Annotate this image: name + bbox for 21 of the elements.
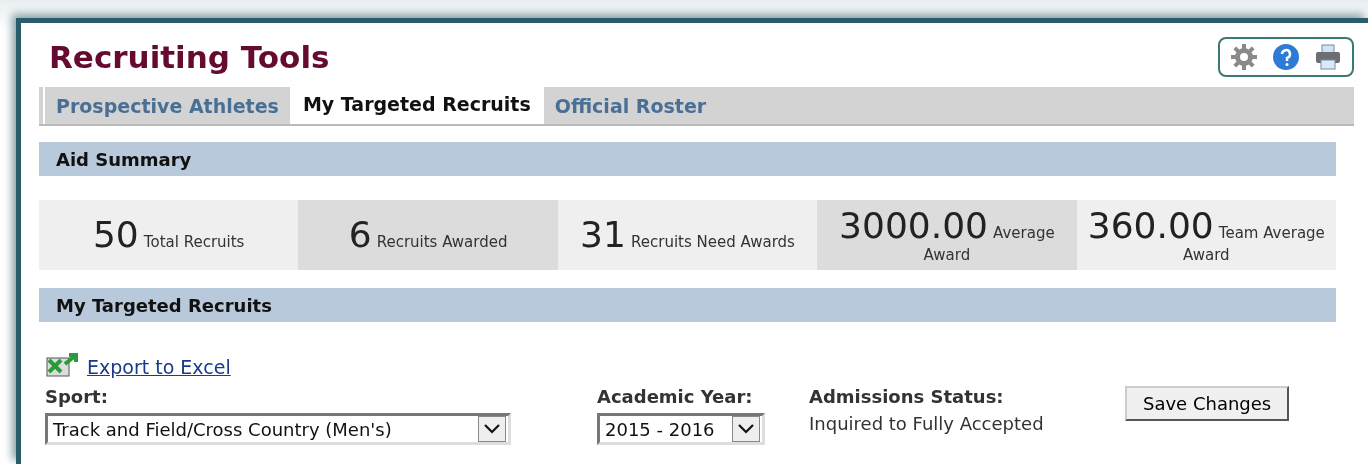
sport-dropdown[interactable]: Track and Field/Cross Country (Men's): [45, 413, 511, 445]
stat-text: 3000.00 Average Award: [838, 206, 1056, 264]
dropdown-caret-icon[interactable]: [478, 416, 506, 442]
stat-text: 360.00 Team Average Award: [1086, 206, 1326, 264]
stat-text: 31 Recruits Need Awards: [580, 215, 795, 255]
section-header: My Targeted Recruits: [39, 288, 1336, 322]
stat-text: 6 Recruits Awarded: [348, 215, 508, 255]
section-header: Aid Summary: [39, 142, 1336, 176]
status-value: Inquired to Fully Accepted: [809, 413, 1045, 434]
stat-text: 50 Total Recruits: [92, 215, 245, 255]
help-icon[interactable]: [1272, 43, 1300, 71]
export-link[interactable]: Export to Excel: [87, 356, 231, 378]
field-label: Sport:: [45, 386, 109, 407]
page-title: Recruiting Tools: [49, 39, 330, 75]
settings-icon[interactable]: [1230, 43, 1258, 71]
print-icon[interactable]: [1314, 43, 1342, 71]
year-dropdown[interactable]: 2015 - 2016: [597, 413, 765, 445]
dropdown-caret-icon[interactable]: [732, 416, 760, 442]
field-label: Academic Year:: [597, 386, 754, 407]
field-label: Admissions Status:: [809, 386, 1005, 407]
save-button[interactable]: Save Changes: [1125, 386, 1290, 421]
